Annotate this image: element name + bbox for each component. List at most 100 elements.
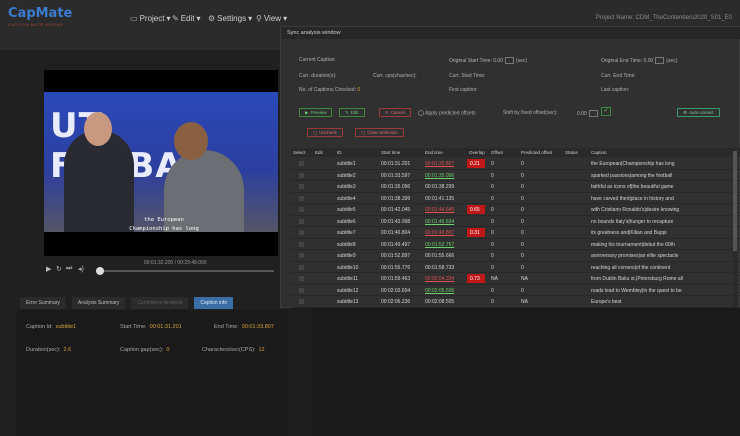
caption-gap-label: Caption gap(sec): <box>120 347 164 353</box>
row-select-checkbox[interactable] <box>299 253 304 258</box>
table-row[interactable]: subtitle5 00:01:42.045 00:01:44.645 0.65 0 0 w… <box>291 204 740 216</box>
volume-icon[interactable]: ◂) <box>78 265 84 273</box>
shift-offset-input[interactable]: 0.00 <box>577 110 600 117</box>
row-select-checkbox[interactable] <box>299 299 304 304</box>
curr-end-label: Curr. End Time: <box>601 73 636 79</box>
tab-error-summary[interactable]: Error Summary <box>20 297 66 309</box>
table-row[interactable]: subtitle4 00:01:38.399 00:01:41.135 0 0 have … <box>291 193 740 204</box>
row-end-time[interactable]: 00:01:44.645 <box>425 207 454 213</box>
row-select-checkbox[interactable] <box>299 230 304 235</box>
row-offset: 0 <box>491 195 494 202</box>
row-end-time[interactable]: 00:02:05.506 <box>425 288 454 294</box>
row-id: subtitle1 <box>337 161 356 167</box>
apply-predicted-option[interactable]: Apply predicted offsets <box>418 110 476 116</box>
edit-icon: ✎ <box>172 14 179 23</box>
skip-forward-icon[interactable]: ⏭ <box>66 265 72 273</box>
row-start-time: 00:01:43.998 <box>381 218 411 225</box>
tab-analysis-summary[interactable]: Analysis Summary <box>71 297 126 309</box>
row-select-checkbox[interactable] <box>299 172 304 178</box>
row-end-time[interactable]: 00:02:04.334 <box>425 276 454 282</box>
row-select-checkbox[interactable] <box>299 264 304 270</box>
original-start-label: Original Start Time: <box>449 57 492 64</box>
row-select-checkbox[interactable] <box>299 207 304 212</box>
menu-project[interactable]: ▭ Project ▾ <box>130 14 170 23</box>
toolbar-strip <box>0 34 280 50</box>
header-overlap: Overlap <box>469 150 485 155</box>
table-row[interactable]: subtitle8 00:01:49.497 00:01:52.767 0 0 makin… <box>291 239 740 250</box>
header-select: Select <box>293 150 306 155</box>
row-end-time[interactable]: 00:01:35.096 <box>425 173 454 179</box>
row-select-checkbox[interactable] <box>299 161 304 166</box>
table-row[interactable]: subtitle1 00:01:31.201 00:01:33.807 0.21 0 0 t… <box>291 158 740 170</box>
table-scrollbar[interactable] <box>733 147 737 307</box>
row-end-time[interactable]: 00:01:52.767 <box>425 242 454 248</box>
row-id: subtitle2 <box>337 172 356 179</box>
table-row[interactable]: subtitle13 00:02:06.236 00:02:08.505 0 NA Eur… <box>291 296 740 308</box>
menu-view[interactable]: ⚲ View ▾ <box>256 14 287 23</box>
row-caption: Europe's best <box>591 299 622 305</box>
row-predicted-offset: NA <box>521 276 528 282</box>
header-status: Status <box>565 150 578 155</box>
row-select-checkbox[interactable] <box>299 241 304 247</box>
table-row[interactable]: subtitle11 00:01:59.463 00:02:04.334 0.73 NA… <box>291 273 740 285</box>
row-caption: no bounds Italy's|hunger to recapture <box>591 218 674 225</box>
table-row[interactable]: subtitle9 00:01:52.897 00:01:55.666 0 0 anniv… <box>291 250 740 262</box>
video-player[interactable]: UT FOTBALL the European Championship has… <box>44 70 278 256</box>
table-row[interactable]: subtitle7 00:01:46.804 00:01:49.807 0.31 0 0 i… <box>291 227 740 239</box>
row-id: subtitle5 <box>337 207 356 213</box>
table-row[interactable]: subtitle10 00:01:55.776 00:01:58.733 0 0 reac… <box>291 262 740 273</box>
auto-correct-button[interactable]: ⚙ Auto-correct <box>677 108 720 117</box>
end-spinner[interactable] <box>655 57 665 64</box>
shift-spinner[interactable] <box>588 110 598 117</box>
header-start-time: Start time <box>381 150 401 155</box>
uncheck-button[interactable]: ▢ Uncheck <box>307 128 343 137</box>
table-row[interactable]: subtitle6 00:01:43.998 00:01:46.634 0 0 no bo… <box>291 216 740 227</box>
apply-predicted-radio[interactable] <box>418 110 424 116</box>
row-end-time[interactable]: 00:01:49.807 <box>425 230 454 236</box>
header-offset: Offset <box>491 150 503 155</box>
table-row[interactable]: subtitle3 00:01:35.096 00:01:38.299 0 0 faith… <box>291 181 740 193</box>
row-overlap-badge: 0.73 <box>467 274 485 283</box>
row-offset: 0 <box>491 299 494 305</box>
current-caption-label: Current Caption: <box>299 57 336 63</box>
cancel-label: Cancel <box>390 110 405 115</box>
row-select-checkbox[interactable] <box>299 287 304 293</box>
folder-icon: ▭ <box>130 14 138 23</box>
bottom-tabs: Error Summary Analysis Summary Confidenc… <box>20 297 234 309</box>
row-offset: 0 <box>491 241 494 248</box>
row-select-checkbox[interactable] <box>299 276 304 281</box>
apply-shift-button[interactable]: ✓ <box>601 107 611 116</box>
row-caption: from Dublin Baku st.|Petersburg Rome all <box>591 276 683 282</box>
row-caption: making his tournament|debut the 60th <box>591 241 675 248</box>
menu-settings[interactable]: ⚙ Settings ▾ <box>208 14 252 23</box>
clear-selection-button[interactable]: ▢ Clear Selection <box>355 128 404 137</box>
start-spinner[interactable] <box>504 57 514 64</box>
caption-id-value: subtitle1 <box>55 324 77 330</box>
preview-button[interactable]: ▶ Preview <box>299 108 333 117</box>
loop-icon[interactable]: ↻ <box>56 265 62 273</box>
tab-confidence-analysis[interactable]: Confidence Analysis <box>131 297 189 309</box>
tab-caption-info[interactable]: Caption info <box>194 297 234 309</box>
edit-button[interactable]: ✎ Edit <box>339 108 365 117</box>
row-select-checkbox[interactable] <box>299 195 304 201</box>
row-id: subtitle10 <box>337 264 359 271</box>
row-end-time: 00:02:08.505 <box>425 299 455 305</box>
play-icon[interactable]: ▶ <box>46 265 51 273</box>
menu-edit[interactable]: ✎ Edit ▾ <box>172 14 201 23</box>
seek-knob[interactable] <box>96 267 104 275</box>
row-caption: roads lead to Wembley|in the quest to be <box>591 287 682 294</box>
scroll-thumb[interactable] <box>733 151 737 251</box>
captions-checked-label: No. of Captions Checked: <box>299 87 356 93</box>
table-row[interactable]: subtitle2 00:01:33.597 00:01:35.096 0 0 spark… <box>291 170 740 181</box>
table-row[interactable]: subtitle12 00:02:03.604 00:02:05.506 0 0 road… <box>291 285 740 296</box>
row-select-checkbox[interactable] <box>299 218 304 224</box>
row-end-time[interactable]: 00:01:46.634 <box>425 219 454 225</box>
cancel-button[interactable]: ✕ Cancel <box>379 108 411 117</box>
uncheck-label: Uncheck <box>319 130 337 135</box>
row-end-time[interactable]: 00:01:33.807 <box>425 161 454 167</box>
menu-project-label: Project <box>139 14 165 23</box>
seek-bar[interactable] <box>96 270 274 272</box>
row-select-checkbox[interactable] <box>299 184 304 189</box>
captions-checked-value: 0 <box>357 87 361 93</box>
project-name: Project Name: CDM_TheContenders2020_S01_… <box>595 15 732 21</box>
